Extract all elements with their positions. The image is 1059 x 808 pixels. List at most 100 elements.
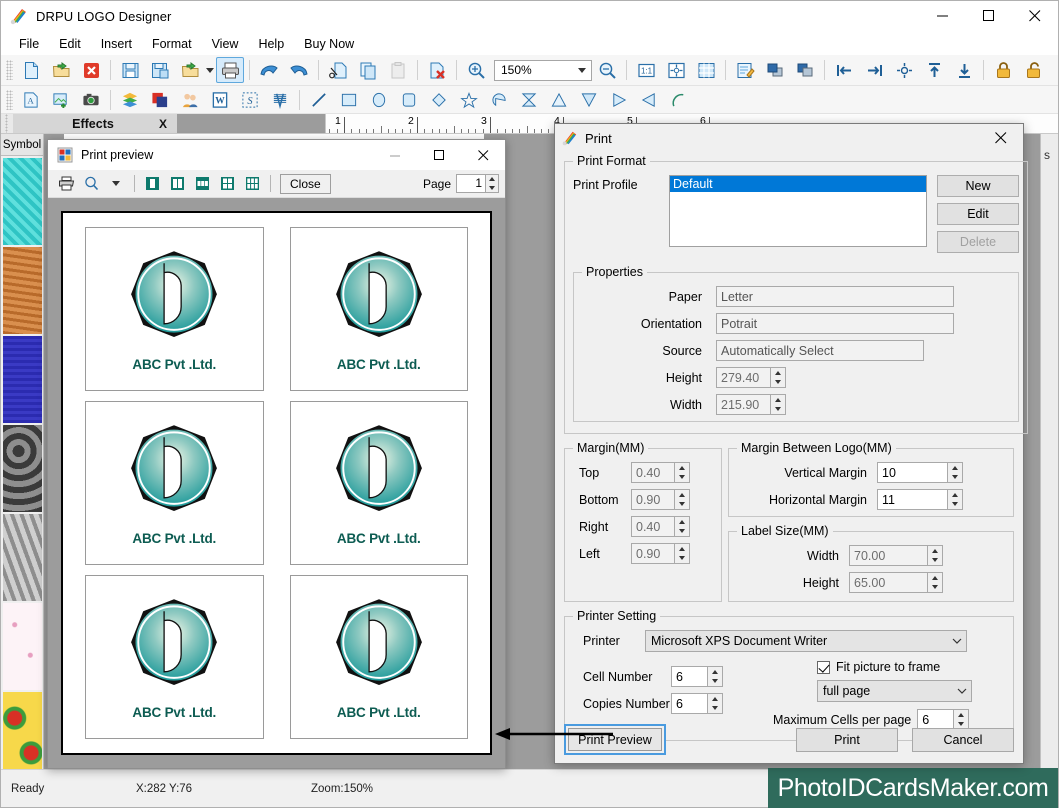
align-bottom-icon[interactable] bbox=[950, 57, 978, 83]
print-button[interactable]: Print bbox=[796, 727, 898, 752]
six-pages-icon[interactable] bbox=[240, 173, 264, 195]
checkbox-checked-icon[interactable] bbox=[817, 660, 830, 674]
print-preview-close-action-button[interactable]: Close bbox=[280, 173, 331, 194]
bring-to-front-icon[interactable] bbox=[761, 57, 789, 83]
align-right-icon[interactable] bbox=[860, 57, 888, 83]
zoom-out-icon[interactable] bbox=[593, 57, 621, 83]
triangle-left-tool-icon[interactable] bbox=[635, 87, 663, 113]
label-width-spin[interactable] bbox=[927, 545, 943, 566]
orientation-field[interactable]: Potrait bbox=[716, 313, 954, 334]
margin-right-stepper[interactable]: 0.40 bbox=[631, 516, 690, 537]
insert-text-icon[interactable]: A bbox=[17, 87, 45, 113]
margin-top-value[interactable]: 0.40 bbox=[631, 462, 674, 483]
margin-bottom-spin[interactable] bbox=[674, 489, 690, 510]
logo-preview-cell[interactable]: ABC Pvt .Ltd. bbox=[289, 227, 468, 391]
copies-number-spin[interactable] bbox=[707, 693, 723, 714]
horizontal-margin-spin[interactable] bbox=[947, 489, 963, 510]
zoom-in-icon[interactable] bbox=[462, 57, 490, 83]
chevron-down-icon[interactable] bbox=[104, 173, 128, 195]
save-as-icon[interactable] bbox=[146, 57, 174, 83]
width-spin[interactable] bbox=[770, 394, 786, 415]
print-preview-maximize-button[interactable] bbox=[417, 140, 461, 170]
swatch-item[interactable] bbox=[3, 247, 42, 334]
edit-profile-button[interactable]: Edit bbox=[937, 203, 1019, 225]
stepper-down-icon[interactable] bbox=[679, 475, 685, 480]
background-icon[interactable] bbox=[146, 87, 174, 113]
chevron-down-icon[interactable] bbox=[578, 68, 586, 73]
zoom-level-combo[interactable]: 150% bbox=[494, 59, 592, 81]
line-tool-icon[interactable] bbox=[305, 87, 333, 113]
toolbar-grip[interactable] bbox=[6, 89, 13, 110]
copies-number-stepper[interactable]: 6 bbox=[671, 693, 723, 714]
align-center-icon[interactable] bbox=[890, 57, 918, 83]
stepper-up-icon[interactable] bbox=[958, 712, 965, 717]
cut-icon[interactable] bbox=[324, 57, 352, 83]
three-pages-icon[interactable] bbox=[190, 173, 214, 195]
capture-photo-icon[interactable] bbox=[77, 87, 105, 113]
delete-profile-button[interactable]: Delete bbox=[937, 231, 1019, 253]
vertical-margin-value[interactable]: 10 bbox=[877, 462, 947, 483]
star-tool-icon[interactable] bbox=[455, 87, 483, 113]
menu-item-buy-now[interactable]: Buy Now bbox=[294, 34, 364, 54]
page-mode-select[interactable]: full page bbox=[817, 680, 972, 702]
print-profile-listbox[interactable]: Default bbox=[669, 175, 927, 247]
delete-icon[interactable] bbox=[423, 57, 451, 83]
rectangle-tool-icon[interactable] bbox=[335, 87, 363, 113]
effects-panel-close-icon[interactable]: X bbox=[159, 117, 167, 131]
undo-icon[interactable] bbox=[255, 57, 283, 83]
fit-to-window-icon[interactable] bbox=[662, 57, 690, 83]
source-field[interactable]: Automatically Select bbox=[716, 340, 924, 361]
stepper-up-icon[interactable] bbox=[932, 548, 938, 553]
menu-item-file[interactable]: File bbox=[9, 34, 49, 54]
triangle-up-tool-icon[interactable] bbox=[545, 87, 573, 113]
stepper-down-icon[interactable] bbox=[679, 556, 685, 561]
edit-properties-icon[interactable] bbox=[731, 57, 759, 83]
stepper-down-icon[interactable] bbox=[679, 529, 685, 534]
clipart-icon[interactable] bbox=[176, 87, 204, 113]
stepper-up-icon[interactable] bbox=[489, 177, 495, 182]
margin-left-stepper[interactable]: 0.90 bbox=[631, 543, 690, 564]
margin-right-spin[interactable] bbox=[674, 516, 690, 537]
insert-image-icon[interactable] bbox=[47, 87, 75, 113]
symbol-tab[interactable]: Symbol bbox=[1, 134, 43, 156]
swatch-item[interactable] bbox=[3, 158, 42, 245]
logo-preview-cell[interactable]: ABC Pvt .Ltd. bbox=[289, 575, 468, 739]
swatch-item[interactable] bbox=[3, 425, 42, 512]
close-button[interactable] bbox=[1012, 1, 1058, 32]
width-value[interactable]: 215.90 bbox=[716, 394, 770, 415]
stepper-up-icon[interactable] bbox=[932, 575, 938, 580]
open-recent-dropdown-icon[interactable] bbox=[205, 67, 215, 73]
cell-number-spin[interactable] bbox=[707, 666, 723, 687]
copy-icon[interactable] bbox=[354, 57, 382, 83]
margin-left-spin[interactable] bbox=[674, 543, 690, 564]
word-art-icon[interactable]: W bbox=[206, 87, 234, 113]
close-document-icon[interactable] bbox=[77, 57, 105, 83]
stepper-down-icon[interactable] bbox=[932, 585, 938, 590]
stepper-up-icon[interactable] bbox=[679, 492, 685, 497]
vertical-margin-spin[interactable] bbox=[947, 462, 963, 483]
triangle-down-tool-icon[interactable] bbox=[575, 87, 603, 113]
label-height-stepper[interactable]: 65.00 bbox=[849, 572, 943, 593]
label-width-value[interactable]: 70.00 bbox=[849, 545, 927, 566]
actual-size-icon[interactable]: 1:1 bbox=[632, 57, 660, 83]
stepper-down-icon[interactable] bbox=[489, 185, 495, 190]
margin-top-spin[interactable] bbox=[674, 462, 690, 483]
new-profile-button[interactable]: New bbox=[937, 175, 1019, 197]
redo-icon[interactable] bbox=[285, 57, 313, 83]
logo-preview-cell[interactable]: ABC Pvt .Ltd. bbox=[85, 227, 264, 391]
panel-grip[interactable] bbox=[1, 114, 13, 133]
margin-right-value[interactable]: 0.40 bbox=[631, 516, 674, 537]
minimize-button[interactable] bbox=[920, 1, 966, 32]
menu-item-format[interactable]: Format bbox=[142, 34, 202, 54]
printer-icon[interactable] bbox=[54, 173, 78, 195]
barcode-icon[interactable] bbox=[266, 87, 294, 113]
print-preview-close-button[interactable] bbox=[461, 140, 505, 170]
swatch-item[interactable] bbox=[3, 603, 42, 690]
margin-left-value[interactable]: 0.90 bbox=[631, 543, 674, 564]
send-to-back-icon[interactable] bbox=[791, 57, 819, 83]
stepper-down-icon[interactable] bbox=[712, 706, 718, 711]
label-width-stepper[interactable]: 70.00 bbox=[849, 545, 943, 566]
stepper-up-icon[interactable] bbox=[679, 465, 685, 470]
rounded-rect-tool-icon[interactable] bbox=[395, 87, 423, 113]
print-dialog-close-button[interactable] bbox=[979, 124, 1023, 152]
